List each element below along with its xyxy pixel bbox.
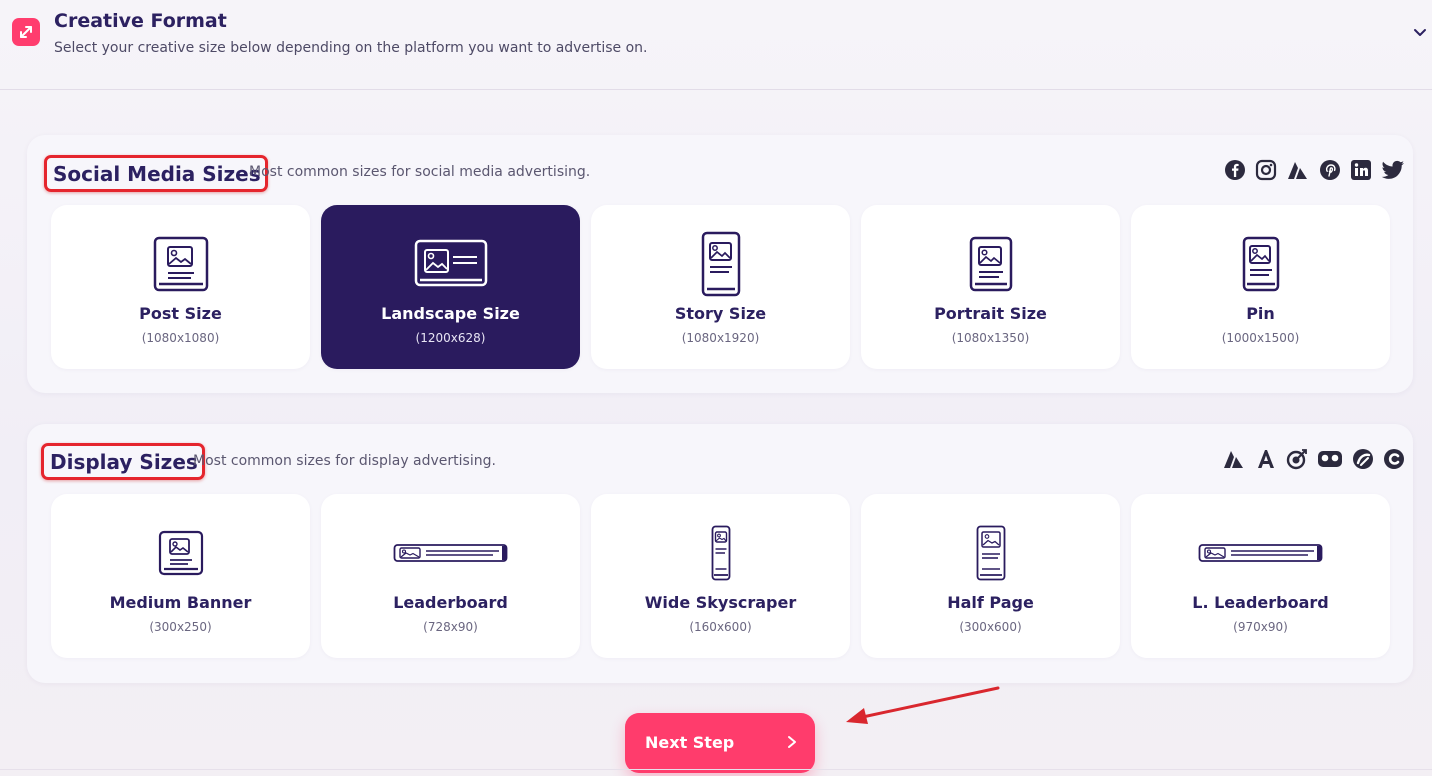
creative-format-header[interactable]: Creative Format Select your creative siz… <box>0 0 1432 90</box>
card-story-size[interactable]: Story Size (1080x1920) <box>591 205 850 369</box>
story-icon <box>591 231 850 297</box>
display-size-cards: Medium Banner (300x250) Leaderboard (728… <box>51 494 1390 658</box>
social-media-sizes-section: Social Media Sizes Most common sizes for… <box>27 135 1413 393</box>
target-icon <box>1286 449 1307 470</box>
card-label: Landscape Size <box>381 304 520 323</box>
card-label: Leaderboard <box>393 593 508 612</box>
chevron-right-icon <box>788 736 796 748</box>
leaderboard-icon <box>321 520 580 586</box>
next-step-button[interactable]: Next Step <box>625 713 815 773</box>
page-subtitle: Select your creative size below dependin… <box>54 40 648 56</box>
card-label: Medium Banner <box>109 593 252 612</box>
card-pin[interactable]: Pin (1000x1500) <box>1131 205 1390 369</box>
card-label: Post Size <box>139 304 222 323</box>
skyscraper-icon <box>591 520 850 586</box>
facebook-icon <box>1225 160 1245 180</box>
card-dimensions: (1080x1350) <box>951 331 1030 345</box>
card-dimensions: (300x600) <box>959 620 1022 634</box>
taboola-icon <box>1353 449 1373 469</box>
section-description: Most common sizes for social media adver… <box>249 164 591 180</box>
social-size-cards: Post Size (1080x1080) Landscape Size (12… <box>51 205 1390 369</box>
card-wide-skyscraper[interactable]: Wide Skyscraper (160x600) <box>591 494 850 658</box>
card-dimensions: (970x90) <box>1233 620 1288 634</box>
card-label: Story Size <box>674 304 767 323</box>
large-leaderboard-icon <box>1131 520 1390 586</box>
criteo-icon <box>1318 451 1342 467</box>
instagram-icon <box>1255 159 1277 181</box>
c-icon <box>1384 449 1404 469</box>
adroll-icon <box>1288 162 1307 179</box>
card-leaderboard[interactable]: Leaderboard (728x90) <box>321 494 580 658</box>
card-label: Portrait Size <box>934 304 1047 323</box>
resize-icon <box>12 18 40 46</box>
adroll-icon <box>1224 451 1243 468</box>
divider <box>0 769 1432 770</box>
half-page-icon <box>861 520 1120 586</box>
display-sizes-section: Display Sizes Most common sizes for disp… <box>27 424 1413 683</box>
card-label: Half Page <box>947 593 1034 612</box>
portrait-icon <box>861 231 1120 297</box>
section-description: Most common sizes for display advertisin… <box>193 453 496 469</box>
annotation-arrow-icon <box>846 686 1000 724</box>
card-label: Wide Skyscraper <box>644 593 797 612</box>
card-post-size[interactable]: Post Size (1080x1080) <box>51 205 310 369</box>
medium-banner-icon <box>51 520 310 586</box>
card-portrait-size[interactable]: Portrait Size (1080x1350) <box>861 205 1120 369</box>
card-label: Pin <box>1246 304 1275 323</box>
twitter-icon <box>1381 160 1404 179</box>
platform-icons <box>1224 159 1405 181</box>
pin-icon <box>1131 231 1390 297</box>
card-half-page[interactable]: Half Page (300x600) <box>861 494 1120 658</box>
card-medium-banner[interactable]: Medium Banner (300x250) <box>51 494 310 658</box>
card-label: L. Leaderboard <box>1192 593 1329 612</box>
card-dimensions: (728x90) <box>423 620 478 634</box>
card-dimensions: (1080x1080) <box>141 331 220 345</box>
card-landscape-size[interactable]: Landscape Size (1200x628) <box>321 205 580 369</box>
page-title: Creative Format <box>54 10 227 32</box>
google-ads-icon <box>1258 450 1274 468</box>
landscape-icon <box>321 231 580 297</box>
card-large-leaderboard[interactable]: L. Leaderboard (970x90) <box>1131 494 1390 658</box>
card-dimensions: (300x250) <box>149 620 212 634</box>
pinterest-icon <box>1320 160 1340 180</box>
section-title: Display Sizes <box>41 443 205 480</box>
card-dimensions: (1000x1500) <box>1221 331 1300 345</box>
square-post-icon <box>51 231 310 297</box>
linkedin-icon <box>1351 160 1371 180</box>
next-step-label: Next Step <box>645 733 735 752</box>
section-title: Social Media Sizes <box>44 155 268 192</box>
card-dimensions: (1200x628) <box>415 331 486 345</box>
chevron-down-icon[interactable] <box>1410 22 1430 42</box>
card-dimensions: (1080x1920) <box>681 331 760 345</box>
card-dimensions: (160x600) <box>689 620 752 634</box>
platform-icons <box>1222 448 1405 470</box>
